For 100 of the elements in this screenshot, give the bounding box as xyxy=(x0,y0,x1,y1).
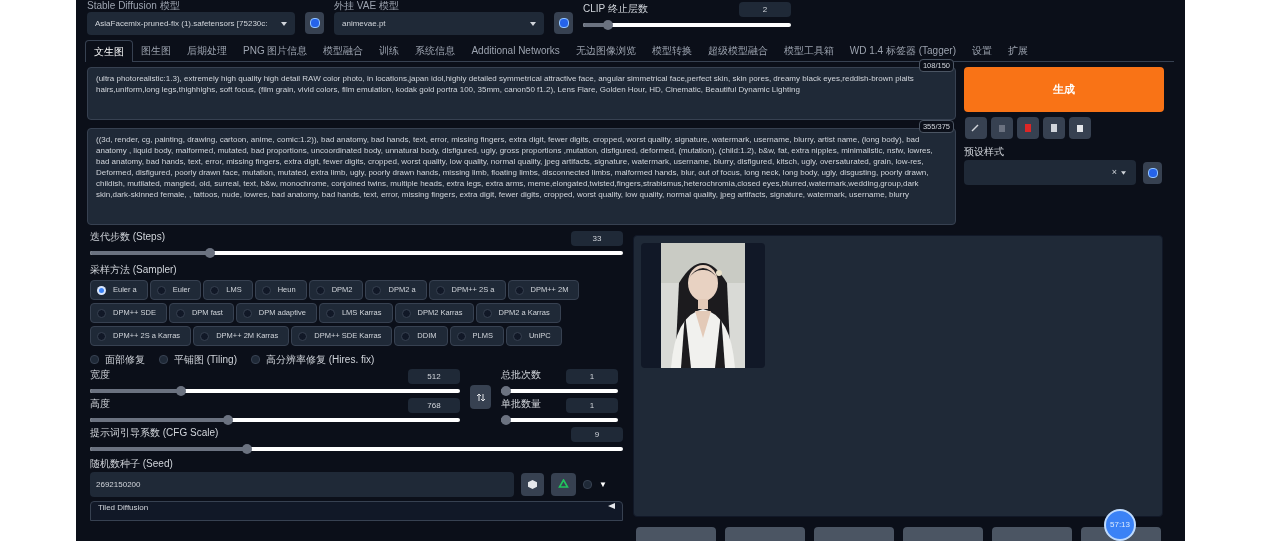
number-field[interactable]: 2 xyxy=(739,2,791,17)
refresh-button[interactable] xyxy=(1143,161,1162,184)
radio-button[interactable] xyxy=(514,285,524,295)
radio-button[interactable] xyxy=(97,308,106,318)
clipboard-icon xyxy=(1074,122,1086,134)
gallery-action-button[interactable] xyxy=(814,527,894,541)
radio-button[interactable] xyxy=(210,285,220,295)
number-field[interactable]: 512 xyxy=(408,369,460,384)
tab[interactable]: 扩展 xyxy=(999,39,1036,61)
refresh-button[interactable] xyxy=(554,12,573,34)
slider-track[interactable] xyxy=(90,248,623,258)
slider-track[interactable] xyxy=(583,20,791,30)
number-field[interactable]: 768 xyxy=(408,398,460,413)
clear-icon[interactable]: × xyxy=(1111,165,1117,180)
tab[interactable]: Additional Networks xyxy=(463,39,568,61)
radio-button[interactable] xyxy=(512,331,522,341)
negative-prompt-field[interactable]: ((3d, render, cg, painting, drawing, cartoon, anime, comic:1.2)), bad anatomy, bad hands, text, error, missing fingers, extra digit, fewer digits, cropped, worst quality, signature, watermark, username, blurry, artist name, (long body), bad anatomy , liquid body, malformed, mutated, bad proportions, uncoordinated body, unnatural body, disfigured, ugly, gross proportions ,mutation, disfigured, deformed, (mutation), (child:1.2), b&w, fat, extra nipples, minimalistic, nsfw, lowres, bad anatomy, bad hands, text, error, missing fingers, extra digit, fewer digits, cropped, worst quality, low quality, normal quality, jpeg artifacts, signature, watermark, username, blurry, disfigured, kitsch, ugly, oversaturated, grain, low-res, Deformed, disfigured, poorly drawn face, mutation, mutated, extra limb, ugly, poorly drawn hands, missing limb, floating limbs, disconnected limbs, malformed hands, blur, out of focus, long neck, long body, ugly, disgusting, poorly drawn, childish, mutilated, mangled, old, surreal, text, b&w, monochrome, conjoined twins, multiple heads, extra legs, extra arms, meme,elongated,twisted,fingers,strabismus,heterochromia,closed eyes,blurred,watermark,wedding,group,dark skin,dark-skinned female, , tattoos, nude, lowres, bad anatomy, bad hands, text, error, missing fingers, extra digit, fewer digits, cropped, worst quality, low quality, normal quality, jpeg artifacts, signature, watermark, username, blurry xyxy=(87,128,956,225)
checkbox[interactable] xyxy=(250,355,260,364)
slider-label: 迭代步数 (Steps) xyxy=(90,231,165,243)
radio-button[interactable] xyxy=(401,308,411,318)
tool-button[interactable] xyxy=(1069,117,1091,139)
seed-field[interactable]: 2692150200 xyxy=(90,472,514,497)
checkbox[interactable] xyxy=(90,355,99,364)
slider-track[interactable] xyxy=(501,386,618,396)
radio-button[interactable] xyxy=(200,331,210,341)
tab[interactable]: 训练 xyxy=(371,39,408,61)
tab[interactable]: 模型融合 xyxy=(315,39,372,61)
tab[interactable]: 后期处理 xyxy=(179,39,235,61)
tab[interactable]: 模型转换 xyxy=(643,39,700,61)
slider-thumb[interactable] xyxy=(223,415,234,425)
slider-thumb[interactable] xyxy=(205,248,216,258)
number-field[interactable]: 1 xyxy=(566,398,618,413)
reuse-seed-button[interactable] xyxy=(551,473,576,496)
number-field[interactable]: 1 xyxy=(566,369,618,384)
slider-track[interactable] xyxy=(501,415,618,425)
radio-button[interactable] xyxy=(372,285,382,295)
gallery-action-button[interactable] xyxy=(992,527,1072,541)
number-field[interactable]: 9 xyxy=(571,427,623,442)
section-label: 采样方法 (Sampler) xyxy=(90,263,178,277)
tab[interactable]: PNG 图片信息 xyxy=(235,39,316,61)
dropdown-label: 外挂 VAE 模型 xyxy=(334,0,400,11)
gallery-action-button[interactable] xyxy=(903,527,983,541)
radio-button[interactable] xyxy=(97,331,106,341)
tab[interactable]: 模型工具箱 xyxy=(775,39,842,61)
clipboard-icon xyxy=(1048,122,1060,134)
gallery-action-button[interactable] xyxy=(636,527,716,541)
slider-label: 提示词引导系数 (CFG Scale) xyxy=(90,427,219,439)
radio-button[interactable] xyxy=(325,308,335,318)
radio-button[interactable] xyxy=(175,308,185,318)
styles-dropdown[interactable]: × xyxy=(964,160,1136,185)
radio-button[interactable] xyxy=(435,285,445,295)
radio-button[interactable] xyxy=(401,331,411,341)
slider-label: 高度 xyxy=(90,398,110,410)
slider-track[interactable] xyxy=(90,444,623,454)
checkbox-label: 高分辨率修复 (Hires. fix) xyxy=(265,353,375,367)
radio-button[interactable] xyxy=(315,285,325,295)
tool-button[interactable] xyxy=(1043,117,1065,139)
radio-button[interactable] xyxy=(456,331,466,341)
slider-label: 宽度 xyxy=(90,369,110,381)
checkbox[interactable] xyxy=(583,480,592,489)
checkbox[interactable] xyxy=(159,355,168,364)
accordion-header[interactable]: Tiled Diffusion xyxy=(90,501,623,521)
dropdown-label: Stable Diffusion 模型 xyxy=(87,0,181,11)
radio-button[interactable] xyxy=(482,308,492,318)
slider-thumb[interactable] xyxy=(602,20,613,30)
radio-button[interactable] xyxy=(261,285,271,295)
radio-button[interactable] xyxy=(156,285,166,295)
slider-thumb[interactable] xyxy=(241,444,252,454)
dropdown-label: 预设样式 xyxy=(964,145,1005,159)
caret-icon[interactable]: ▼ xyxy=(599,478,607,491)
slider-label: 总批次数 xyxy=(501,369,541,381)
tab[interactable]: 无边图像浏览 xyxy=(567,39,644,61)
slider-thumb[interactable] xyxy=(501,386,511,396)
tab[interactable]: 文生图 xyxy=(85,40,133,62)
caret-icon xyxy=(530,21,536,26)
checkbox-label: 平铺图 (Tiling) xyxy=(174,353,237,367)
slider-track[interactable] xyxy=(90,415,460,425)
swap-icon xyxy=(476,392,485,402)
tab[interactable]: 设置 xyxy=(963,39,1000,61)
tab[interactable]: 系统信息 xyxy=(407,39,464,61)
slider-thumb[interactable] xyxy=(501,415,511,425)
slider-thumb[interactable] xyxy=(176,386,187,396)
radio-button[interactable] xyxy=(298,331,308,341)
prompt-field[interactable]: (ultra photorealistic:1.3), extremely high quality high detail RAW color photo, in locations,japan idol,highly detailed symmetrical attractive face, angular simmetrical face,perfect skin, skin pores, dreamy black eyes,reddish-brown plaits hairs,uniform,long legs,thighhighs, soft focus, (film grain, vivid colors, film emulation, kodak gold portra 100, 35mm, canon50 f1.2), Lens Flare, Golden Hour, HD, Cinematic, Beautiful Dynamic Lighting xyxy=(87,67,956,120)
tab[interactable]: 超级模型融合 xyxy=(699,39,776,61)
tab[interactable]: WD 1.4 标签器 (Tagger) xyxy=(841,39,964,61)
swap-button[interactable] xyxy=(470,385,491,409)
tab[interactable]: 图生图 xyxy=(133,39,179,61)
random-seed-button[interactable] xyxy=(521,473,544,496)
pencil-icon xyxy=(970,122,982,134)
slider-track[interactable] xyxy=(90,386,460,396)
gallery-action-button[interactable] xyxy=(725,527,805,541)
caret-icon xyxy=(1121,170,1126,175)
vae-dropdown[interactable]: animevae.pt xyxy=(334,12,544,35)
slider-label: CLIP 终止层数 xyxy=(583,2,648,16)
refresh-button[interactable] xyxy=(305,12,324,34)
checkbox-label: 面部修复 xyxy=(105,353,145,367)
radio-button[interactable] xyxy=(242,308,252,318)
model-dropdown[interactable]: AsiaFacemix-pruned-fix (1).safetensors [75230c: xyxy=(87,12,295,35)
number-field[interactable]: 33 xyxy=(571,231,623,246)
